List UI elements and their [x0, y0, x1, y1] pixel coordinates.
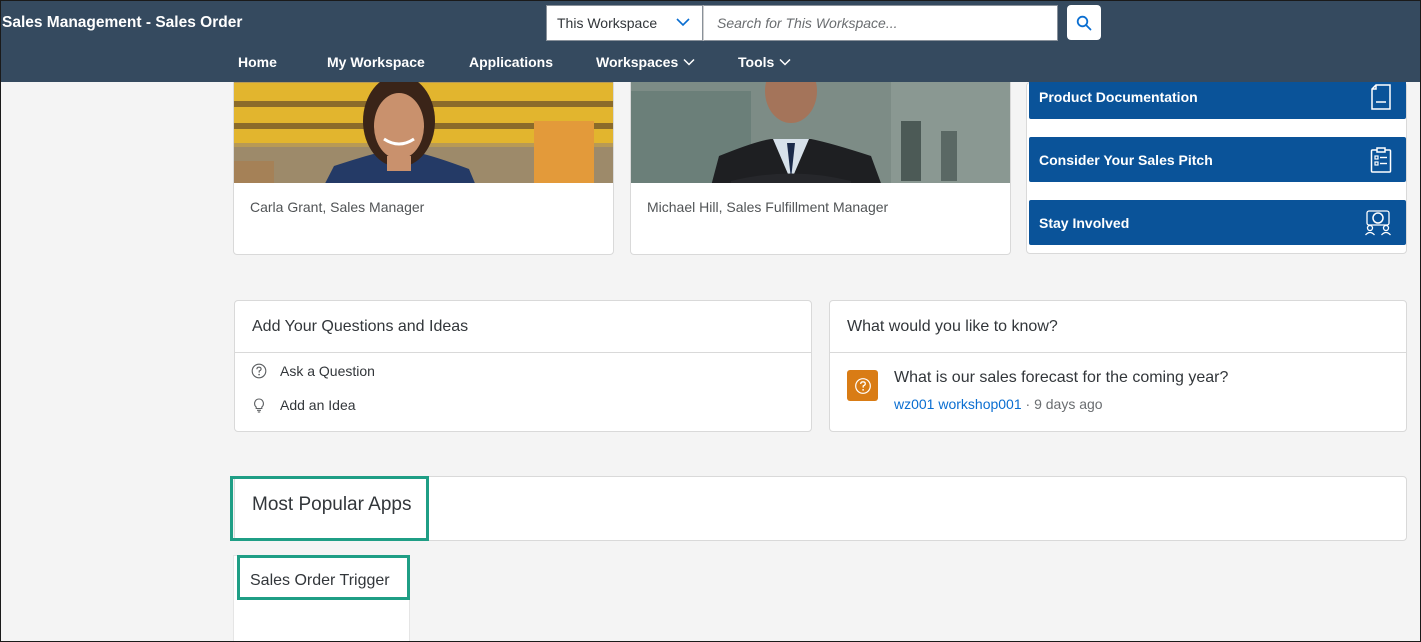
quick-links-card: Product Documentation Consider Your Sale…	[1026, 74, 1407, 254]
question-icon	[251, 363, 267, 379]
app-tile-title: Sales Order Trigger	[250, 572, 390, 589]
know-panel: What would you like to know? What is our…	[829, 300, 1407, 432]
question-age: 9 days ago	[1034, 396, 1103, 412]
chevron-down-icon	[676, 18, 690, 27]
app-title: Sales Management - Sales Order	[2, 14, 243, 31]
search-button[interactable]	[1067, 5, 1101, 40]
search-input[interactable]	[704, 6, 1057, 40]
panel-title: What would you like to know?	[830, 301, 1406, 353]
popular-apps-title: Most Popular Apps	[252, 494, 412, 515]
nav-my-workspace-label: My Workspace	[327, 54, 425, 70]
nav-workspaces-label: Workspaces	[596, 54, 679, 70]
nav-applications-label: Applications	[469, 54, 554, 70]
tile-consider-your-sales-pitch[interactable]: Consider Your Sales Pitch	[1029, 137, 1406, 182]
nav-home-label: Home	[238, 54, 277, 70]
nav-home[interactable]: Home	[238, 54, 277, 70]
nav-workspaces[interactable]: Workspaces	[596, 54, 695, 70]
lightbulb-icon	[254, 398, 264, 413]
search-scope-value: This Workspace	[557, 15, 658, 31]
person-card-carla[interactable]: Carla Grant, Sales Manager	[233, 60, 614, 255]
popular-apps-header: Most Popular Apps	[234, 476, 1407, 541]
search-icon	[1076, 15, 1092, 30]
search-field[interactable]	[703, 5, 1058, 41]
question-badge	[847, 370, 878, 401]
tile-label: Consider Your Sales Pitch	[1039, 151, 1213, 168]
document-icon	[1371, 83, 1391, 110]
question-meta: wz001 workshop001 · 9 days ago	[894, 396, 1103, 412]
top-nav: Home My Workspace Applications Workspace…	[0, 54, 1421, 74]
tile-stay-involved[interactable]: Stay Involved	[1029, 200, 1406, 245]
action-label: Ask a Question	[280, 363, 375, 379]
tile-label: Product Documentation	[1039, 88, 1198, 105]
meta-separator: ·	[1021, 396, 1035, 412]
person-caption: Michael Hill, Sales Fulfillment Manager	[647, 199, 889, 215]
questions-ideas-panel: Add Your Questions and Ideas Ask a Quest…	[234, 300, 812, 432]
nav-applications[interactable]: Applications	[469, 54, 553, 70]
person-caption: Carla Grant, Sales Manager	[250, 199, 425, 215]
action-label: Add an Idea	[280, 397, 356, 413]
nav-tools[interactable]: Tools	[738, 54, 791, 70]
panel-title: Add Your Questions and Ideas	[235, 301, 811, 353]
app-tile-sales-order-trigger[interactable]: Sales Order Trigger	[233, 555, 410, 642]
group-icon	[1365, 209, 1391, 235]
tile-label: Stay Involved	[1039, 214, 1130, 231]
add-idea-link[interactable]: Add an Idea	[251, 397, 356, 413]
question-title-link[interactable]: What is our sales forecast for the comin…	[894, 369, 1228, 387]
ask-question-link[interactable]: Ask a Question	[251, 363, 375, 379]
person-card-michael[interactable]: Michael Hill, Sales Fulfillment Manager	[630, 60, 1011, 255]
chevron-down-icon	[683, 58, 695, 66]
nav-tools-label: Tools	[738, 54, 775, 70]
question-icon	[854, 377, 871, 394]
chevron-down-icon	[779, 58, 791, 66]
shell-header: Sales Management - Sales Order This Work…	[0, 0, 1421, 82]
author-link[interactable]: wz001 workshop001	[894, 396, 1022, 412]
nav-my-workspace[interactable]: My Workspace	[327, 54, 425, 70]
search-scope-select[interactable]: This Workspace	[546, 5, 703, 41]
clipboard-list-icon	[1370, 146, 1392, 173]
